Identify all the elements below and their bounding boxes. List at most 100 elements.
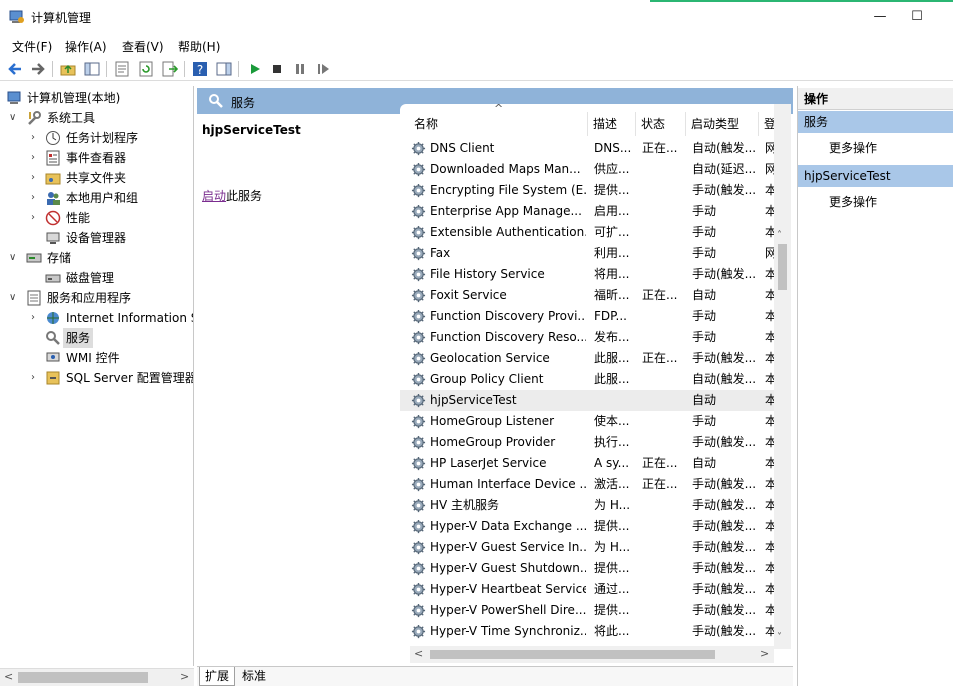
chevron-right-icon[interactable]: › (31, 148, 43, 168)
table-row[interactable]: HV 主机服务为 H... 手动(触发... 本 (400, 495, 790, 516)
up-folder-icon[interactable] (58, 59, 78, 79)
more-actions-link[interactable]: 更多操作 (829, 193, 877, 210)
table-row[interactable]: Human Interface Device ... 激活... 正在... 手动(触… (400, 474, 790, 495)
service-description: 提供... (594, 183, 630, 197)
stop-icon[interactable] (267, 59, 287, 79)
export-icon[interactable] (160, 59, 180, 79)
column-header-name[interactable]: 名称 (410, 112, 588, 136)
tree-item-system-tools[interactable]: ∨ 系统工具 (0, 108, 193, 128)
more-actions-link[interactable]: 更多操作 (829, 139, 877, 156)
local-users-icon (47, 192, 60, 205)
tree-item-iis[interactable]: › Internet Information S (0, 308, 193, 328)
column-header-status[interactable]: 状态 (637, 112, 686, 136)
table-row[interactable]: HP LaserJet Service A sy... 正在... 自动本 (400, 453, 790, 474)
menu-file[interactable]: 文件(F) (12, 38, 52, 55)
tree-item-task-scheduler[interactable]: › 任务计划程序 (0, 128, 193, 148)
back-icon[interactable] (5, 59, 25, 79)
minimize-button[interactable]: — (866, 6, 894, 28)
tree-item-local-users[interactable]: › 本地用户和组 (0, 188, 193, 208)
table-row[interactable]: Function Discovery Reso... 发布... 手动本 (400, 327, 790, 348)
tree-item-wmi[interactable]: WMI 控件 (0, 348, 193, 368)
service-gear-icon (411, 141, 426, 156)
tree-item-device-manager[interactable]: 设备管理器 (0, 228, 193, 248)
scrollbar-thumb[interactable] (778, 244, 787, 290)
scroll-right-arrow-icon[interactable]: > (760, 647, 769, 660)
table-row[interactable]: Hyper-V Data Exchange ... 提供... 手动(触发... 本 (400, 516, 790, 537)
pause-icon[interactable] (290, 59, 310, 79)
table-row[interactable]: Encrypting File System (E... 提供... 手动(触发..… (400, 180, 790, 201)
table-row[interactable]: Geolocation Service 此服... 正在... 手动(触发... 本 (400, 348, 790, 369)
help-icon[interactable]: ? (190, 59, 210, 79)
table-row[interactable]: Extensible Authentication... 可扩... 手动本 (400, 222, 790, 243)
scrollbar-thumb[interactable] (430, 650, 715, 659)
chevron-down-icon[interactable]: ∨ (9, 288, 21, 308)
scrollbar-thumb[interactable] (18, 672, 148, 683)
table-row[interactable]: Enterprise App Manage... 启用... 手动本 (400, 201, 790, 222)
table-row[interactable]: HomeGroup Provider 执行... 手动(触发... 本 (400, 432, 790, 453)
play-icon[interactable] (245, 59, 265, 79)
show-hide-tree-icon[interactable] (82, 59, 102, 79)
table-row[interactable]: DNS Client DNS... 正在... 自动(触发... 网 (400, 138, 790, 159)
table-row[interactable]: Group Policy Client 此服... 自动(触发... 本 (400, 369, 790, 390)
chevron-right-icon[interactable]: › (31, 188, 43, 208)
services-vertical-scrollbar[interactable]: ˄ ˅ (774, 104, 791, 649)
service-name: Enterprise App Manage... (430, 204, 582, 218)
tree-item-label: 服务和应用程序 (47, 291, 132, 305)
chevron-right-icon[interactable]: › (31, 208, 43, 228)
column-header-startup-type[interactable]: 启动类型 (687, 112, 759, 136)
scroll-right-arrow-icon[interactable]: > (180, 670, 189, 683)
show-hide-action-icon[interactable] (214, 59, 234, 79)
table-row[interactable]: Foxit Service 福昕... 正在... 自动本 (400, 285, 790, 306)
table-row[interactable]: hjpServiceTest 自动本 (400, 390, 790, 411)
table-row[interactable]: Hyper-V PowerShell Dire... 提供... 手动(触发... 本 (400, 600, 790, 621)
tree-item-label: 存储 (47, 251, 72, 265)
scroll-left-arrow-icon[interactable]: < (4, 670, 13, 683)
actions-section-selected-service[interactable]: hjpServiceTest (798, 165, 953, 187)
table-row[interactable]: File History Service 将用... 手动(触发... 本 (400, 264, 790, 285)
tree-horizontal-scrollbar[interactable]: < > (0, 668, 194, 686)
tree-item-computer-management[interactable]: 计算机管理(本地) (0, 88, 193, 108)
tree-item-shared-folders[interactable]: › 共享文件夹 (0, 168, 193, 188)
chevron-right-icon[interactable]: › (31, 168, 43, 188)
chevron-right-icon[interactable]: › (31, 308, 43, 328)
start-service-link[interactable]: 启动 (202, 189, 226, 203)
tree-item-disk-management[interactable]: 磁盘管理 (0, 268, 193, 288)
tree-item-services-apps[interactable]: ∨ 服务和应用程序 (0, 288, 193, 308)
scroll-left-arrow-icon[interactable]: < (414, 647, 423, 660)
column-header-description[interactable]: 描述 (589, 112, 636, 136)
refresh-icon[interactable] (136, 59, 156, 79)
chevron-down-icon[interactable]: ∨ (9, 248, 21, 268)
table-row[interactable]: Hyper-V Guest Shutdown... 提供... 手动(触发... 本 (400, 558, 790, 579)
properties-icon[interactable] (112, 59, 132, 79)
tree-item-event-viewer[interactable]: › 事件查看器 (0, 148, 193, 168)
table-row[interactable]: HomeGroup Listener 使本... 手动本 (400, 411, 790, 432)
menu-help[interactable]: 帮助(H) (178, 38, 220, 55)
table-row[interactable]: Hyper-V Guest Service In... 为 H... 手动(触发..… (400, 537, 790, 558)
table-row[interactable]: Hyper-V Heartbeat Service 通过... 手动(触发... 本 (400, 579, 790, 600)
table-row[interactable]: Downloaded Maps Man... 供应... 自动(延迟... 网 (400, 159, 790, 180)
scroll-down-arrow-icon[interactable]: ˅ (777, 632, 782, 643)
service-description: 此服... (594, 372, 630, 386)
scroll-up-arrow-icon[interactable]: ˄ (777, 230, 782, 241)
tree-item-sql-config[interactable]: › SQL Server 配置管理器 (0, 368, 193, 388)
tab-extended[interactable]: 扩展 (199, 667, 236, 686)
maximize-button[interactable]: ☐ (903, 6, 931, 28)
table-row[interactable]: Hyper-V Time Synchroniz... 将此... 手动(触发... 本 (400, 621, 790, 642)
resume-icon[interactable] (313, 59, 333, 79)
menu-view[interactable]: 查看(V) (122, 38, 164, 55)
chevron-down-icon[interactable]: ∨ (9, 108, 21, 128)
menu-action[interactable]: 操作(A) (65, 38, 107, 55)
forward-icon[interactable] (28, 59, 48, 79)
chevron-right-icon[interactable]: › (31, 128, 43, 148)
tree-item-performance[interactable]: › 性能 (0, 208, 193, 228)
services-horizontal-scrollbar[interactable]: < > (410, 646, 774, 663)
tree-item-storage[interactable]: ∨ 存储 (0, 248, 193, 268)
table-row[interactable]: Fax 利用... 手动网 (400, 243, 790, 264)
chevron-right-icon[interactable]: › (31, 368, 43, 388)
service-startup-type: 手动(触发... (692, 519, 757, 533)
table-row[interactable]: Function Discovery Provi... FDP... 手动本 (400, 306, 790, 327)
actions-section-services[interactable]: 服务 (798, 111, 953, 133)
service-startup-type: 手动(触发... (692, 540, 757, 554)
tab-standard[interactable]: 标准 (237, 667, 271, 686)
tree-item-services[interactable]: 服务 (0, 328, 193, 348)
